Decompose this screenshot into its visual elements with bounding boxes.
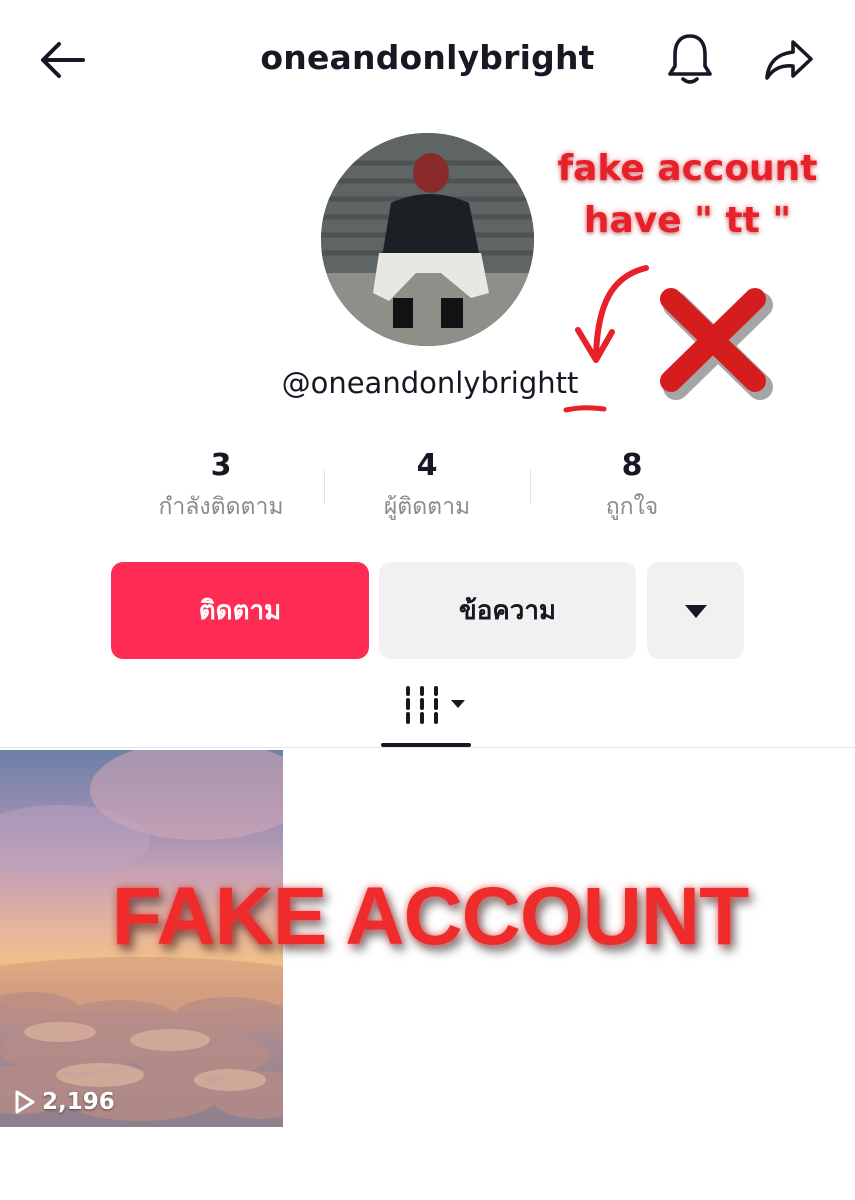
annotation-line-1: fake account [557,148,818,189]
bell-icon [668,34,712,84]
view-count-value: 2,196 [42,1089,115,1115]
red-cross-icon [660,288,773,400]
fake-account-banner: FAKE ACCOUNT [111,871,749,962]
tab-divider [0,747,855,748]
message-button[interactable]: ข้อความ [379,562,636,659]
stat-divider [324,470,325,504]
caret-down-icon [684,604,707,618]
stat-following[interactable]: 3 กำลังติดตาม [121,448,321,525]
followers-count: 4 [416,448,438,483]
avatar[interactable] [321,133,534,346]
likes-label: ถูกใจ [605,494,659,520]
followers-label: ผู้ติดตาม [383,494,471,520]
avatar-photo [321,133,534,346]
likes-count: 8 [621,448,643,483]
page-title: oneandonlybright [260,38,595,77]
annotation-underline [563,405,607,413]
video-grid-icon [406,686,465,724]
follow-button[interactable]: ติดตาม [111,562,369,659]
play-icon [15,1090,35,1114]
stat-divider [530,470,531,504]
annotation-line-2: have " tt " [583,200,792,242]
share-button[interactable] [758,30,820,90]
more-options-button[interactable] [647,562,744,659]
annotation-note: fake account have " tt " [555,143,820,247]
share-arrow-icon [765,40,813,80]
stat-followers[interactable]: 4 ผู้ติดตาม [327,448,527,525]
view-count: 2,196 [14,1089,115,1115]
notification-button[interactable] [660,28,720,90]
stat-likes[interactable]: 8 ถูกใจ [532,448,732,525]
annotation-arrow [575,265,649,363]
following-label: กำลังติดตาม [158,494,284,520]
following-count: 3 [210,448,232,483]
tab-videos[interactable] [396,684,472,728]
